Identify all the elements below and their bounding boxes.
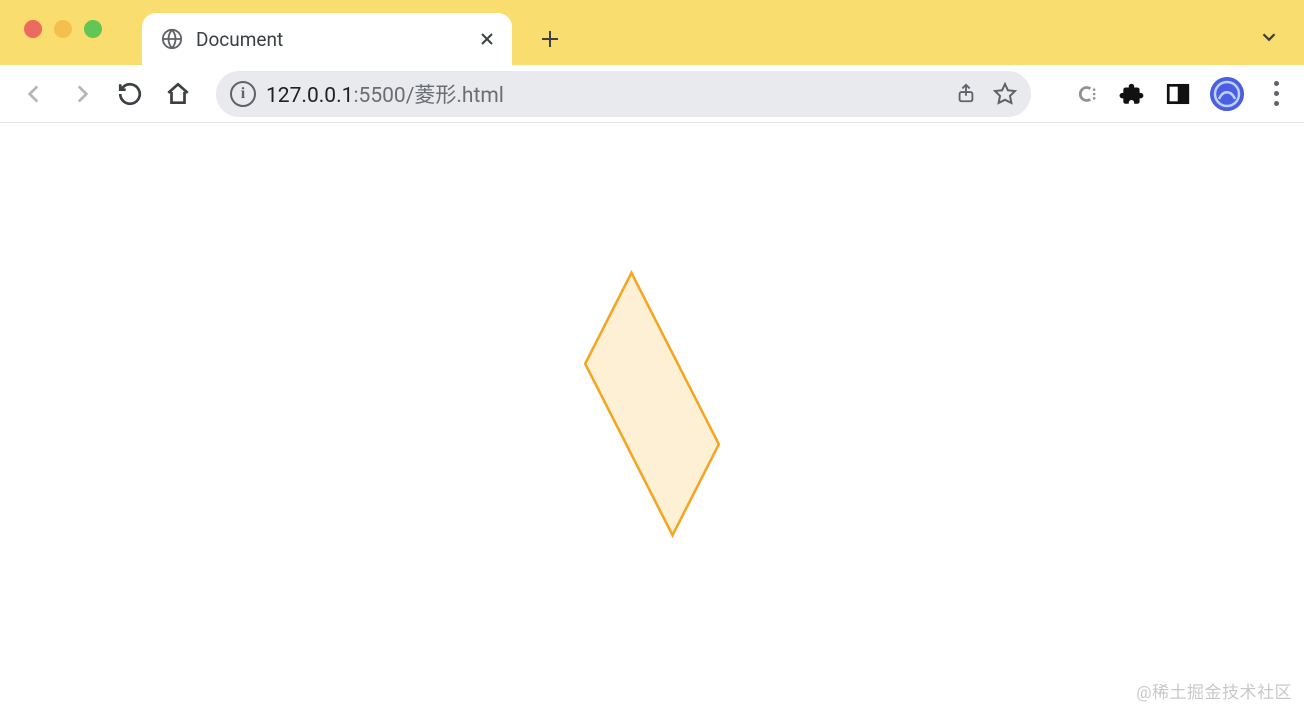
window-minimize-button[interactable]	[54, 20, 72, 38]
url-host: 127.0.0.1	[266, 84, 353, 108]
profile-avatar[interactable]	[1210, 77, 1244, 111]
watermark-text: @稀土掘金技术社区	[1136, 678, 1292, 703]
window-maximize-button[interactable]	[84, 20, 102, 38]
window-controls	[24, 20, 102, 38]
site-info-icon[interactable]: i	[230, 81, 256, 107]
tab-strip: Document	[142, 0, 570, 65]
new-tab-button[interactable]	[530, 19, 570, 59]
extensions-puzzle-icon[interactable]	[1118, 80, 1146, 108]
side-panel-icon[interactable]	[1164, 80, 1192, 108]
page-content: @稀土掘金技术社区	[0, 123, 1304, 709]
share-icon[interactable]	[955, 82, 977, 106]
globe-icon	[160, 27, 184, 51]
browser-titlebar: Document	[0, 0, 1304, 65]
address-bar[interactable]: i 127.0.0.1:5500/菱形.html	[216, 71, 1031, 117]
url-text: 127.0.0.1:5500/菱形.html	[266, 79, 945, 109]
extension-icons	[1072, 77, 1290, 111]
extension-c-icon[interactable]	[1072, 80, 1100, 108]
browser-toolbar: i 127.0.0.1:5500/菱形.html	[0, 65, 1304, 123]
tab-active[interactable]: Document	[142, 13, 512, 65]
tabs-dropdown-button[interactable]	[1258, 26, 1280, 48]
omnibox-actions	[955, 82, 1017, 106]
tab-close-button[interactable]	[476, 28, 498, 50]
home-button[interactable]	[158, 74, 198, 114]
browser-menu-button[interactable]	[1262, 80, 1290, 108]
url-path: :5500/菱形.html	[353, 84, 503, 108]
diamond-shape	[559, 354, 745, 454]
back-button[interactable]	[14, 74, 54, 114]
tab-title: Document	[196, 28, 464, 51]
forward-button[interactable]	[62, 74, 102, 114]
reload-button[interactable]	[110, 74, 150, 114]
window-close-button[interactable]	[24, 20, 42, 38]
bookmark-star-icon[interactable]	[993, 82, 1017, 106]
